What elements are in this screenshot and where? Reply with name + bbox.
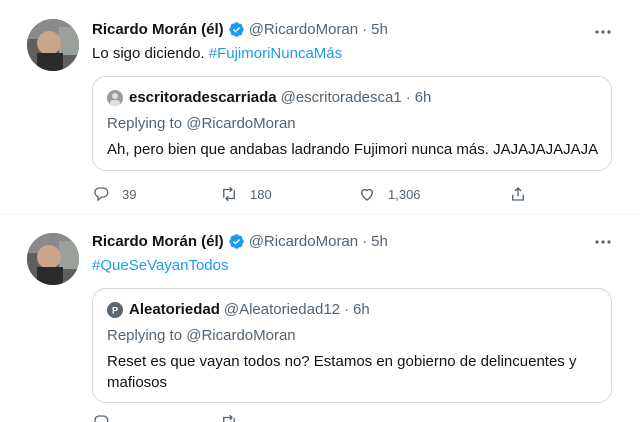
tweet-time[interactable]: 5h [371, 21, 388, 38]
share-icon [512, 187, 524, 201]
tweet-time[interactable]: 5h [371, 233, 388, 250]
more-options-icon[interactable] [593, 232, 613, 252]
verified-badge-icon [228, 233, 245, 250]
hashtag-link[interactable]: #FujimoriNuncaMás [209, 45, 342, 62]
like-button[interactable]: 1,306 [358, 185, 421, 203]
author-name[interactable]: Ricardo Morán (él) [92, 233, 224, 250]
separator-dot: · [362, 233, 368, 250]
tweet-text-plain: Lo sigo diciendo. [92, 45, 209, 62]
quoted-tweet-header: escritoradescarriada @escritoradesca1 · … [107, 89, 431, 106]
reply-button[interactable]: 39 [92, 185, 136, 203]
author-avatar[interactable] [27, 19, 79, 71]
reply-button[interactable] [92, 413, 122, 422]
retweet-icon [223, 186, 235, 202]
retweet-icon [223, 414, 235, 422]
author-handle[interactable]: @RicardoMoran [249, 233, 358, 250]
separator-dot: · [362, 21, 368, 38]
quoted-tweet-text: Ah, pero bien que andabas ladrando Fujim… [107, 141, 599, 158]
replying-to-label: Replying to @RicardoMoran [107, 327, 296, 344]
tweet-text: #QueSeVayanTodos [92, 257, 229, 274]
tweet[interactable]: Ricardo Morán (él) @RicardoMoran · 5h Lo… [0, 0, 640, 215]
quoted-author-name: escritoradescarriada [129, 89, 277, 106]
reply-icon [94, 187, 109, 202]
quoted-tweet[interactable]: escritoradescarriada @escritoradesca1 · … [92, 76, 612, 171]
hashtag-link[interactable]: #QueSeVayanTodos [92, 257, 229, 274]
separator-dot: · [405, 89, 411, 106]
svg-text:P: P [112, 305, 118, 315]
tweet-actions: 39 180 1,306 [92, 185, 542, 207]
quoted-author-handle: @Aleatoriedad12 [223, 301, 340, 318]
retweet-count: 180 [250, 186, 272, 202]
verified-badge-icon [228, 21, 245, 38]
tweet-header: Ricardo Morán (él) @RicardoMoran · 5h [92, 233, 388, 250]
author-avatar[interactable] [27, 233, 79, 285]
reply-count: 39 [122, 186, 137, 202]
tweet-text: Lo sigo diciendo. #FujimoriNuncaMás [92, 45, 342, 62]
reply-icon [94, 415, 109, 422]
more-options-icon[interactable] [593, 22, 613, 42]
quoted-author-handle: @escritoradesca1 [280, 89, 402, 106]
like-icon [361, 188, 373, 201]
quoted-tweet-text: Reset es que vayan todos no? Estamos en … [107, 353, 577, 391]
quoted-author-avatar: P [107, 301, 123, 318]
quoted-author-name: Aleatoriedad [129, 301, 220, 318]
author-handle[interactable]: @RicardoMoran [249, 21, 358, 38]
separator-dot: · [344, 301, 349, 318]
quoted-tweet[interactable]: P Aleatoriedad @Aleatoriedad12 · 6h Repl… [92, 288, 612, 403]
quoted-author-avatar [107, 89, 123, 106]
tweet-actions [92, 413, 542, 422]
replying-to-label: Replying to @RicardoMoran [107, 115, 296, 132]
share-button[interactable] [509, 185, 539, 203]
quoted-tweet-header: P Aleatoriedad @Aleatoriedad12 · 6h [107, 301, 370, 318]
retweet-button[interactable]: 180 [220, 185, 272, 203]
author-name[interactable]: Ricardo Morán (él) [92, 21, 224, 38]
like-count: 1,306 [388, 186, 421, 202]
quoted-tweet-time: 6h [353, 301, 370, 318]
retweet-button[interactable] [220, 413, 250, 422]
tweet-header: Ricardo Morán (él) @RicardoMoran · 5h [92, 21, 388, 38]
quoted-tweet-time: 6h [414, 89, 432, 106]
